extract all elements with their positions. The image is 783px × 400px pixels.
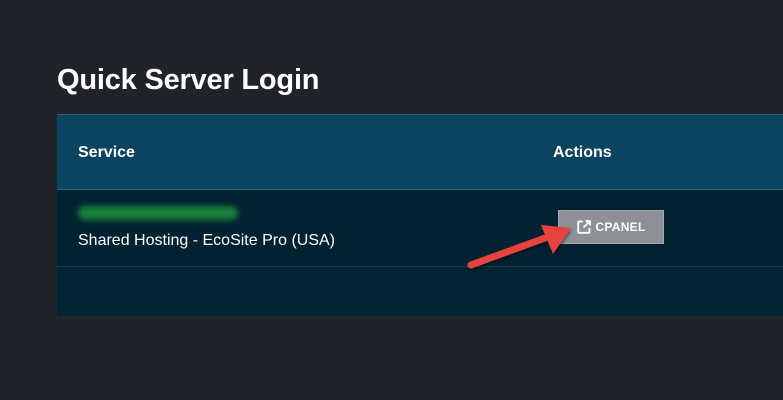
service-name: Shared Hosting - EcoSite Pro (USA) <box>78 232 335 249</box>
quick-login-table: Service Actions Shared Hosting - EcoSite… <box>57 114 783 316</box>
cpanel-login-button[interactable]: CPANEL <box>558 210 664 244</box>
table-header: Service Actions <box>57 114 783 190</box>
external-link-icon <box>576 219 592 235</box>
page-title: Quick Server Login <box>57 64 320 96</box>
table-row: Shared Hosting - EcoSite Pro (USA) CPANE… <box>57 190 783 267</box>
column-header-actions: Actions <box>553 144 612 161</box>
redacted-domain <box>78 206 238 220</box>
column-header-service: Service <box>78 144 135 161</box>
cpanel-button-label: CPANEL <box>595 220 646 234</box>
